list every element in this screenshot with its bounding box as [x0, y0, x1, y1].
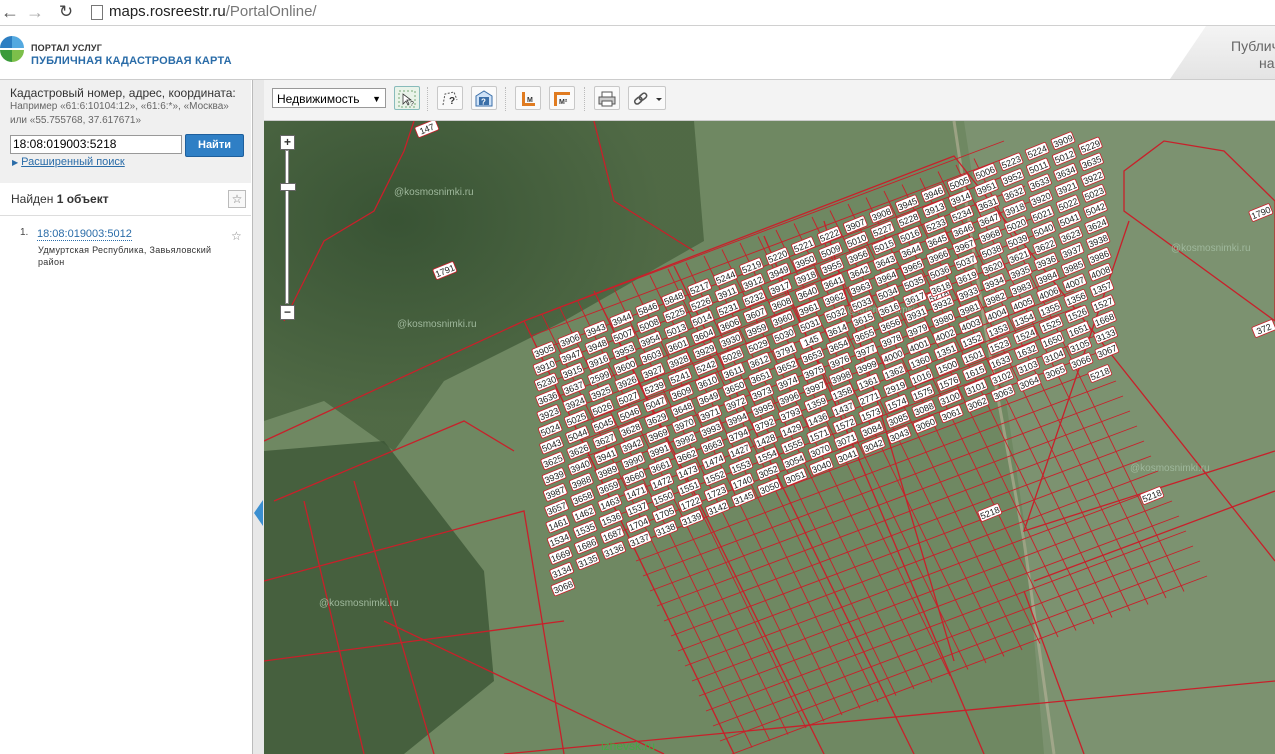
- toolbar-separator: [505, 87, 507, 111]
- rosreestr-logo-icon[interactable]: [0, 36, 24, 68]
- svg-text:?: ?: [481, 98, 486, 107]
- address-bar[interactable]: maps.rosreestr.ru/PortalOnline/: [86, 2, 1275, 22]
- advanced-search-label: Расширенный поиск: [21, 156, 125, 168]
- svg-text:M²: M²: [559, 99, 568, 106]
- izhevsk-link[interactable]: izhevsk.ru: [601, 739, 655, 753]
- layer-select-value: Недвижимость: [277, 92, 360, 106]
- result-cadastral-link[interactable]: 18:08:019003:5012: [37, 228, 132, 241]
- search-hint-example: Например «61:6:10104:12», «61:6:*», «Мос…: [10, 101, 229, 126]
- url-path: /PortalOnline/: [225, 3, 317, 20]
- identify-button[interactable]: ?: [471, 86, 497, 110]
- reload-icon[interactable]: ↻: [56, 2, 76, 22]
- search-panel: Кадастровый номер, адрес, координата: На…: [0, 80, 251, 184]
- portal-label: ПОРТАЛ УСЛУГ: [31, 43, 102, 53]
- triangle-right-icon: ▶: [12, 158, 19, 167]
- print-button[interactable]: [594, 86, 620, 110]
- watermark-text: @kosmosnimki.ru: [1171, 243, 1251, 254]
- svg-text:M: M: [527, 97, 533, 104]
- back-arrow-icon[interactable]: ←: [0, 2, 20, 22]
- portal-title[interactable]: ПУБЛИЧНАЯ КАДАСТРОВАЯ КАРТА: [31, 55, 232, 67]
- found-count: 1 объект: [56, 192, 109, 206]
- layer-select[interactable]: Недвижимость ▼: [272, 88, 386, 108]
- header-right-text-2[interactable]: на: [1259, 55, 1275, 71]
- found-text: Найден 1 объект: [11, 192, 109, 206]
- link-button[interactable]: [628, 86, 666, 110]
- watermark-text: @kosmosnimki.ru: [397, 319, 477, 330]
- dropdown-arrow-icon: ▼: [372, 94, 381, 104]
- polygon-info-button[interactable]: ?: [437, 86, 463, 110]
- page-icon: [91, 5, 103, 20]
- printer-icon: [598, 91, 616, 107]
- url-host: maps.rosreestr.ru: [109, 3, 226, 20]
- zoom-out-button[interactable]: −: [280, 305, 295, 320]
- header-right-text[interactable]: Публич: [1231, 38, 1275, 54]
- url-text: maps.rosreestr.ru/PortalOnline/: [109, 3, 317, 20]
- cadastral-map[interactable]: @kosmosnimki.ru @kosmosnimki.ru @kosmosn…: [264, 121, 1275, 754]
- chain-link-icon: [633, 92, 662, 105]
- result-number: 1.: [20, 227, 29, 238]
- advanced-search-link[interactable]: ▶ Расширенный поиск: [12, 156, 125, 168]
- watermark-text: @kosmosnimki.ru: [1130, 463, 1210, 474]
- measure-area-button[interactable]: M²: [549, 86, 575, 110]
- toolbar-separator: [427, 87, 429, 111]
- zoom-slider-track[interactable]: [285, 150, 289, 304]
- question-box-icon: ?: [475, 90, 493, 107]
- find-button[interactable]: Найти: [185, 134, 244, 157]
- zoom-control: + −: [280, 135, 296, 320]
- search-hint-title: Кадастровый номер, адрес, координата:: [10, 86, 236, 100]
- svg-text:?: ?: [449, 96, 455, 107]
- search-sidebar: Кадастровый номер, адрес, координата: На…: [0, 80, 253, 754]
- search-input[interactable]: 18:08:019003:5218: [10, 135, 182, 154]
- result-star-icon[interactable]: ☆: [231, 229, 242, 243]
- measure-distance-button[interactable]: M: [515, 86, 541, 110]
- watermark-text: @kosmosnimki.ru: [394, 187, 474, 198]
- map-toolbar: Недвижимость ▼ ? ? ? M M²: [264, 80, 1275, 121]
- map-canvas[interactable]: @kosmosnimki.ru @kosmosnimki.ru @kosmosn…: [264, 121, 1275, 754]
- browser-toolbar: ← → ↻ maps.rosreestr.ru/PortalOnline/: [0, 0, 1275, 26]
- zoom-slider-handle[interactable]: [280, 183, 296, 191]
- toolbar-separator: [584, 87, 586, 111]
- select-info-button[interactable]: ?: [394, 86, 420, 110]
- list-item[interactable]: 1. 18:08:019003:5012 Удмуртская Республи…: [0, 225, 251, 275]
- watermark-text: @kosmosnimki.ru: [319, 598, 399, 609]
- found-prefix: Найден: [11, 192, 54, 206]
- collapse-arrow-icon[interactable]: [254, 500, 263, 526]
- results-header: Найден 1 объект ☆: [0, 183, 251, 216]
- ruler-icon: M: [522, 92, 535, 106]
- cursor-question-icon: ?: [398, 90, 416, 108]
- favorites-star-icon[interactable]: ☆: [228, 190, 246, 208]
- svg-text:?: ?: [410, 101, 414, 108]
- ruler-area-icon: M²: [554, 92, 570, 106]
- result-address: Удмуртская Республика, Завьяловский райо…: [38, 245, 212, 267]
- portal-header: ПОРТАЛ УСЛУГ ПУБЛИЧНАЯ КАДАСТРОВАЯ КАРТА…: [0, 26, 1275, 80]
- polygon-question-icon: ?: [442, 91, 458, 107]
- forward-arrow-icon[interactable]: →: [25, 2, 45, 22]
- zoom-in-button[interactable]: +: [280, 135, 295, 150]
